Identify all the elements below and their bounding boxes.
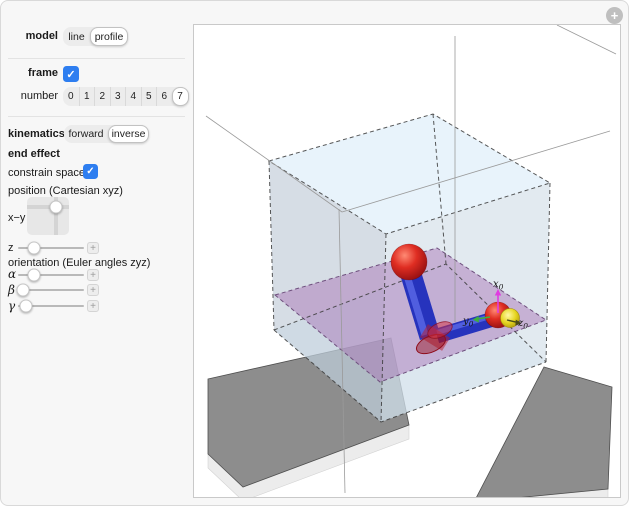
- z-slider[interactable]: [18, 241, 84, 254]
- xy-pad-thumb[interactable]: [49, 200, 63, 214]
- position-label: position (Cartesian xyz): [8, 185, 123, 197]
- plus-icon: +: [90, 269, 96, 281]
- kinematics-segmented-control: forward inverse: [64, 125, 149, 143]
- number-option-6[interactable]: 6: [156, 87, 172, 106]
- beta-stepper-button[interactable]: +: [87, 284, 99, 296]
- z-slider-thumb[interactable]: [27, 241, 41, 254]
- alpha-stepper-button[interactable]: +: [87, 269, 99, 281]
- shoulder-joint-sphere: [390, 243, 428, 281]
- number-option-1[interactable]: 1: [78, 87, 95, 106]
- gamma-slider[interactable]: [18, 299, 84, 312]
- plus-circle-icon: +: [610, 8, 619, 23]
- model-option-profile[interactable]: profile: [90, 27, 128, 46]
- divider: [8, 116, 185, 117]
- plus-icon: +: [90, 300, 96, 312]
- z-stepper-button[interactable]: +: [87, 242, 99, 254]
- plus-icon: +: [90, 242, 96, 254]
- model-segmented-control: line profile: [63, 27, 128, 46]
- kinematics-option-forward[interactable]: forward: [64, 125, 108, 143]
- model-label: model: [25, 30, 58, 42]
- frame-checkbox[interactable]: ✓: [63, 66, 79, 82]
- number-option-5[interactable]: 5: [140, 87, 157, 106]
- model-option-line[interactable]: line: [63, 27, 90, 46]
- constrain-space-label: constrain space: [8, 167, 86, 179]
- 3d-viewport[interactable]: x0 y0 z0: [194, 24, 620, 505]
- gamma-slider-thumb[interactable]: [19, 299, 33, 312]
- number-option-3[interactable]: 3: [109, 87, 126, 106]
- gamma-slider-label: γ: [8, 299, 16, 313]
- number-option-7[interactable]: 7: [171, 87, 189, 106]
- alpha-slider[interactable]: [18, 268, 84, 281]
- beta-slider-thumb[interactable]: [16, 283, 30, 296]
- constrain-space-checkbox[interactable]: ✓: [83, 164, 98, 179]
- beta-slider-label: β: [8, 283, 15, 297]
- plus-icon: +: [90, 284, 96, 296]
- checkmark-icon: ✓: [86, 166, 95, 177]
- axis-line-corner: [556, 24, 617, 55]
- beta-slider[interactable]: [16, 283, 84, 296]
- demonstration-window: model line profile frame ✓ number 0 1 2 …: [0, 0, 629, 506]
- frame-label: frame: [28, 67, 58, 79]
- checkmark-icon: ✓: [66, 68, 76, 81]
- xy-pad-label: x−y: [8, 212, 26, 224]
- number-segmented-control: 0 1 2 3 4 5 6 7: [63, 87, 189, 106]
- xy-crosshair-horizontal: [27, 204, 69, 209]
- number-option-4[interactable]: 4: [125, 87, 141, 106]
- divider: [8, 58, 185, 59]
- alpha-slider-label: α: [8, 267, 17, 281]
- kinematics-label: kinematics: [8, 128, 65, 140]
- kinematics-option-inverse[interactable]: inverse: [108, 125, 149, 143]
- number-label: number: [20, 90, 58, 102]
- xy-2d-slider[interactable]: [27, 197, 69, 235]
- 3d-plot-panel: x0 y0 z0: [193, 24, 621, 505]
- number-option-2[interactable]: 2: [94, 87, 110, 106]
- z-slider-label: z: [8, 242, 14, 254]
- gamma-stepper-button[interactable]: +: [87, 300, 99, 312]
- expand-button[interactable]: +: [606, 7, 623, 24]
- end-effect-label: end effect: [8, 148, 60, 160]
- number-option-0[interactable]: 0: [63, 87, 79, 106]
- alpha-slider-thumb[interactable]: [27, 268, 41, 281]
